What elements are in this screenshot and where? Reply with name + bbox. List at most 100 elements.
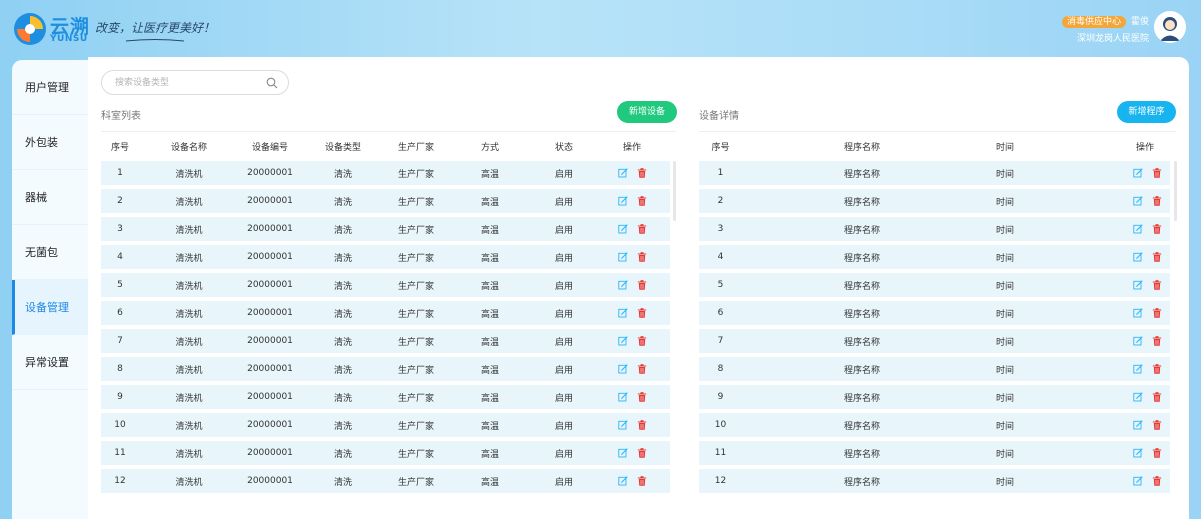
edit-icon[interactable] (1133, 336, 1143, 346)
table-row[interactable]: 12 程序名称 时间 (699, 469, 1170, 493)
edit-icon[interactable] (617, 476, 628, 486)
edit-icon[interactable] (1133, 448, 1143, 458)
edit-icon[interactable] (617, 196, 628, 206)
user-info: 消毒供应中心 霍俊 深圳龙岗人民医院 (1061, 15, 1149, 44)
table-row[interactable]: 6 清洗机 20000001 清洗 生产厂家 高温 启用 (101, 301, 670, 325)
edit-icon[interactable] (617, 392, 628, 402)
cell-index: 1 (117, 168, 123, 178)
table-row[interactable]: 8 程序名称 时间 (699, 357, 1170, 381)
table-row[interactable]: 8 清洗机 20000001 清洗 生产厂家 高温 启用 (101, 357, 670, 381)
delete-icon[interactable] (637, 196, 647, 206)
table-row[interactable]: 3 清洗机 20000001 清洗 生产厂家 高温 启用 (101, 217, 670, 241)
cell-device-name: 清洗机 (175, 477, 203, 488)
edit-icon[interactable] (1133, 168, 1143, 178)
delete-icon[interactable] (637, 476, 647, 486)
table-row[interactable]: 4 程序名称 时间 (699, 245, 1170, 269)
table-row[interactable]: 1 清洗机 20000001 清洗 生产厂家 高温 启用 (101, 161, 670, 185)
delete-icon[interactable] (1152, 308, 1162, 318)
delete-icon[interactable] (637, 280, 647, 290)
edit-icon[interactable] (1133, 476, 1143, 486)
delete-icon[interactable] (1152, 168, 1162, 178)
delete-icon[interactable] (637, 392, 647, 402)
sidebar-item-devices[interactable]: 设备管理 (12, 280, 88, 335)
table-row[interactable]: 9 程序名称 时间 (699, 385, 1170, 409)
delete-icon[interactable] (637, 364, 647, 374)
delete-icon[interactable] (1152, 476, 1162, 486)
column-header: 生产厂家 (397, 143, 434, 153)
edit-icon[interactable] (617, 280, 628, 290)
delete-icon[interactable] (1152, 364, 1162, 374)
table-row[interactable]: 7 清洗机 20000001 清洗 生产厂家 高温 启用 (101, 329, 670, 353)
table-row[interactable]: 10 程序名称 时间 (699, 413, 1170, 437)
cell-time: 时间 (995, 169, 1014, 180)
edit-icon[interactable] (1133, 308, 1143, 318)
delete-icon[interactable] (1152, 196, 1162, 206)
table-row[interactable]: 1 程序名称 时间 (699, 161, 1170, 185)
edit-icon[interactable] (1133, 196, 1143, 206)
edit-icon[interactable] (617, 448, 628, 458)
cell-actions (595, 308, 669, 318)
cell-device-type: 清洗 (333, 281, 352, 292)
cell-method: 高温 (480, 477, 499, 488)
avatar[interactable] (1154, 11, 1186, 43)
table-row[interactable]: 9 清洗机 20000001 清洗 生产厂家 高温 启用 (101, 385, 670, 409)
delete-icon[interactable] (637, 448, 647, 458)
delete-icon[interactable] (1152, 420, 1162, 430)
cell-program-name: 程序名称 (843, 225, 880, 236)
delete-icon[interactable] (1152, 392, 1162, 402)
delete-icon[interactable] (1152, 224, 1162, 234)
delete-icon[interactable] (637, 336, 647, 346)
search-input[interactable] (115, 76, 255, 90)
edit-icon[interactable] (617, 420, 628, 430)
delete-icon[interactable] (637, 168, 647, 178)
delete-icon[interactable] (637, 252, 647, 262)
table-row[interactable]: 6 程序名称 时间 (699, 301, 1170, 325)
sidebar-item-instruments[interactable]: 器械 (12, 170, 88, 225)
delete-icon[interactable] (1152, 280, 1162, 290)
table-row[interactable]: 10 清洗机 20000001 清洗 生产厂家 高温 启用 (101, 413, 670, 437)
sidebar-item-sterile-packs[interactable]: 无菌包 (12, 225, 88, 280)
table-row[interactable]: 4 清洗机 20000001 清洗 生产厂家 高温 启用 (101, 245, 670, 269)
search-icon[interactable] (266, 77, 278, 89)
sidebar-item-users[interactable]: 用户管理 (12, 60, 88, 115)
delete-icon[interactable] (637, 224, 647, 234)
table-row[interactable]: 11 清洗机 20000001 清洗 生产厂家 高温 启用 (101, 441, 670, 465)
edit-icon[interactable] (1133, 280, 1143, 290)
edit-icon[interactable] (1133, 364, 1143, 374)
table-row[interactable]: 12 清洗机 20000001 清洗 生产厂家 高温 启用 (101, 469, 670, 493)
right-table-scrollbar[interactable] (1174, 161, 1177, 221)
table-row[interactable]: 3 程序名称 时间 (699, 217, 1170, 241)
cell-actions (1028, 364, 1170, 374)
table-row[interactable]: 2 程序名称 时间 (699, 189, 1170, 213)
add-device-button[interactable]: 新增设备 (617, 101, 677, 123)
add-program-button[interactable]: 新增程序 (1117, 101, 1176, 123)
table-row[interactable]: 2 清洗机 20000001 清洗 生产厂家 高温 启用 (101, 189, 670, 213)
delete-icon[interactable] (637, 420, 647, 430)
delete-icon[interactable] (1152, 252, 1162, 262)
delete-icon[interactable] (1152, 448, 1162, 458)
cell-device-type: 清洗 (333, 309, 352, 320)
edit-icon[interactable] (1133, 420, 1143, 430)
cell-actions (595, 420, 669, 430)
table-row[interactable]: 5 清洗机 20000001 清洗 生产厂家 高温 启用 (101, 273, 670, 297)
search-box[interactable] (101, 70, 289, 95)
edit-icon[interactable] (1133, 252, 1143, 262)
edit-icon[interactable] (617, 168, 628, 178)
delete-icon[interactable] (637, 308, 647, 318)
edit-icon[interactable] (1133, 224, 1143, 234)
edit-icon[interactable] (617, 308, 628, 318)
edit-icon[interactable] (1133, 392, 1143, 402)
left-table-scrollbar[interactable] (673, 161, 676, 221)
table-row[interactable]: 5 程序名称 时间 (699, 273, 1170, 297)
edit-icon[interactable] (617, 224, 628, 234)
sidebar-item-exceptions[interactable]: 异常设置 (12, 335, 88, 390)
edit-icon[interactable] (617, 364, 628, 374)
delete-icon[interactable] (1152, 336, 1162, 346)
cell-status: 启用 (554, 393, 573, 404)
edit-icon[interactable] (617, 252, 628, 262)
edit-icon[interactable] (617, 336, 628, 346)
cell-actions (1028, 252, 1170, 262)
table-row[interactable]: 7 程序名称 时间 (699, 329, 1170, 353)
sidebar-item-packaging[interactable]: 外包装 (12, 115, 88, 170)
table-row[interactable]: 11 程序名称 时间 (699, 441, 1170, 465)
